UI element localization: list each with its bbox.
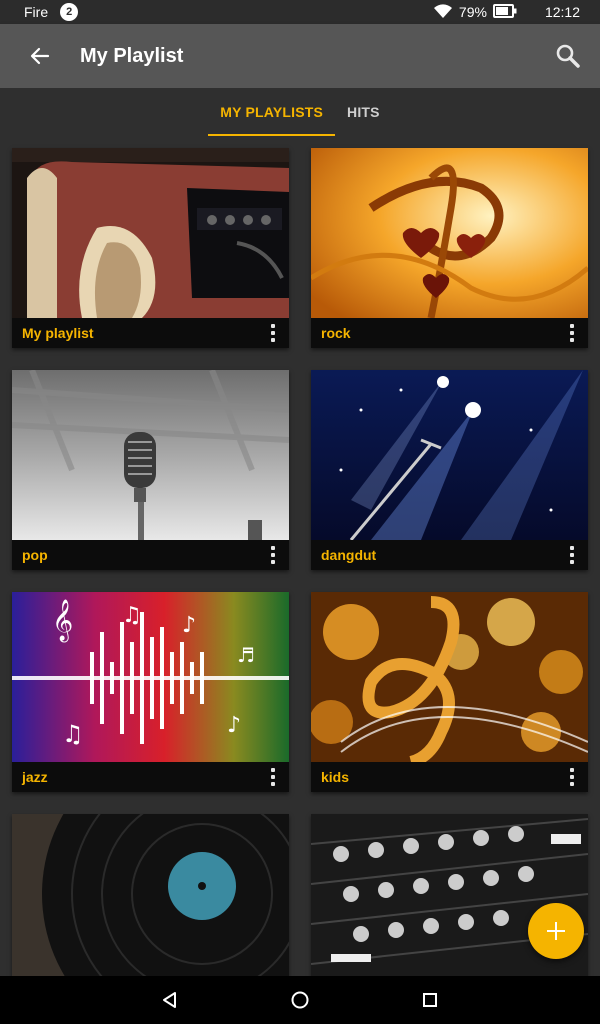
playlist-cover-image: 𝄞 ♫ ♪ ♫ ♪ ♬ [12, 592, 289, 762]
battery-percent: 79% [458, 4, 487, 20]
svg-text:♫: ♫ [122, 603, 142, 628]
playlist-card-footer: kids [311, 762, 588, 792]
app-bar: My Playlist [0, 24, 600, 88]
circle-home-icon [291, 991, 309, 1009]
square-recents-icon [423, 993, 437, 1007]
search-button[interactable] [536, 24, 600, 88]
playlist-grid: My playlist rock pop dangdut 𝄞 ♫ ♪ ♫ ♪ ♬… [0, 136, 600, 976]
playlist-card[interactable]: pop [12, 370, 289, 570]
battery-icon [492, 3, 517, 21]
status-bar: Fire 2 79% 12:12 [0, 0, 600, 24]
playlist-card[interactable]: rock [311, 148, 588, 348]
carrier-label: Fire [24, 4, 49, 20]
playlist-card[interactable]: kids [311, 592, 588, 792]
plus-icon [547, 922, 565, 940]
nav-home-button[interactable] [285, 985, 315, 1015]
playlist-cover-image [12, 814, 289, 976]
playlist-title: kids [321, 769, 350, 785]
playlist-card-footer: jazz [12, 762, 289, 792]
playlist-cover-image [311, 370, 588, 540]
playlist-title: jazz [22, 769, 48, 785]
svg-text:𝄞: 𝄞 [52, 599, 73, 642]
search-icon [556, 44, 580, 68]
notification-count-badge: 2 [60, 3, 79, 21]
more-options-button[interactable] [556, 762, 588, 792]
more-options-button[interactable] [257, 762, 289, 792]
svg-text:♪: ♪ [227, 713, 241, 738]
more-options-button[interactable] [556, 318, 588, 348]
playlist-card-footer: dangdut [311, 540, 588, 570]
playlist-card-footer: pop [12, 540, 289, 570]
svg-text:♬: ♬ [237, 643, 255, 667]
playlist-title: rock [321, 325, 351, 341]
system-nav-bar [0, 976, 600, 1024]
arrow-back-icon [30, 47, 50, 65]
playlist-title: pop [22, 547, 48, 563]
svg-text:♪: ♪ [182, 613, 196, 638]
playlist-title: dangdut [321, 547, 377, 563]
nav-recents-button[interactable] [415, 985, 445, 1015]
page-title: My Playlist [80, 44, 184, 67]
playlist-card[interactable]: My playlist [12, 148, 289, 348]
playlist-card[interactable] [12, 814, 289, 976]
playlist-cover-image [12, 370, 289, 540]
playlist-title: My playlist [22, 325, 94, 341]
more-options-button[interactable] [257, 318, 289, 348]
triangle-back-icon [163, 992, 176, 1008]
playlist-card-footer: My playlist [12, 318, 289, 348]
add-playlist-button[interactable] [528, 903, 584, 959]
back-button[interactable] [0, 24, 80, 88]
more-options-button[interactable] [257, 540, 289, 570]
playlist-cover-image [311, 148, 588, 318]
playlist-card[interactable]: dangdut [311, 370, 588, 570]
tab-bar: MY PLAYLISTS HITS [0, 88, 600, 136]
tab-hits[interactable]: HITS [335, 88, 392, 136]
more-options-button[interactable] [556, 540, 588, 570]
tab-my-playlists[interactable]: MY PLAYLISTS [208, 88, 335, 136]
nav-back-button[interactable] [155, 985, 185, 1015]
playlist-card[interactable]: 𝄞 ♫ ♪ ♫ ♪ ♬ jazz [12, 592, 289, 792]
playlist-card-footer: rock [311, 318, 588, 348]
wifi-icon [433, 3, 453, 22]
status-time: 12:12 [544, 4, 580, 20]
playlist-cover-image [311, 592, 588, 762]
svg-text:♫: ♫ [62, 720, 84, 748]
playlist-cover-image [12, 148, 289, 318]
